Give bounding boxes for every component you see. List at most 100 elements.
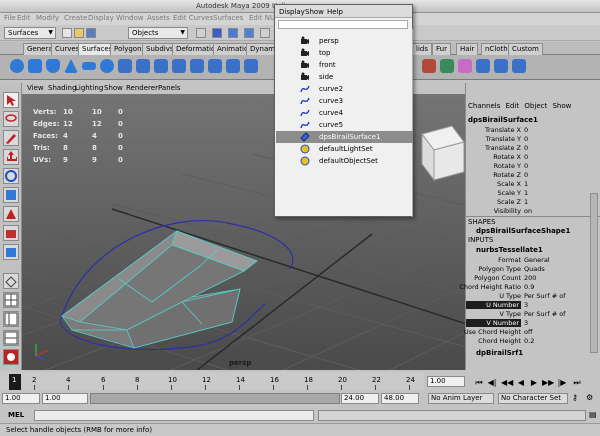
revolve-icon[interactable] <box>118 59 132 73</box>
rotate-tool-icon[interactable] <box>3 168 19 184</box>
step-forward-key-icon[interactable]: ▶▶ <box>542 378 554 388</box>
tab-hair[interactable]: Hair <box>456 43 479 55</box>
outliner-item-side[interactable]: side <box>276 71 413 83</box>
four-pane-layout-icon[interactable] <box>3 292 19 308</box>
manipulator-tool-icon[interactable] <box>3 206 19 222</box>
outliner-filter-field[interactable] <box>278 20 408 29</box>
shelf-tool-icon-3[interactable] <box>458 59 472 73</box>
cb-attr-visibility[interactable]: Visibility on <box>466 207 588 216</box>
cb-input-v-type[interactable]: V Type Per Surf # of <box>466 310 588 319</box>
outliner-item-front[interactable]: front <box>276 59 413 71</box>
outliner-menu-display[interactable]: Display <box>279 8 305 16</box>
step-forward-icon[interactable]: |▶ <box>557 378 567 388</box>
cb-input-name[interactable]: nurbsTessellate1 <box>476 246 543 254</box>
menu-edit-nurbs[interactable]: Edit NU <box>249 14 275 22</box>
cb-input-u-number[interactable]: U Number 3 <box>466 301 588 310</box>
menu-surfaces[interactable]: Surfaces <box>213 14 243 22</box>
menu-edit-curves[interactable]: Edit Curves <box>173 14 213 22</box>
animation-start-field[interactable]: 1.00 <box>2 393 40 404</box>
shelf-tool-icon-4[interactable] <box>476 59 490 73</box>
animation-end-field[interactable]: 48.00 <box>381 393 419 404</box>
paint-select-tool-icon[interactable] <box>3 130 19 146</box>
cb-input-chord-height-ratio[interactable]: Chord Height Ratio 0.9 <box>459 283 588 292</box>
outliner-item-curve4[interactable]: curve4 <box>276 107 413 119</box>
lasso-tool-icon[interactable] <box>3 111 19 127</box>
loft-icon[interactable] <box>136 59 150 73</box>
play-backwards-icon[interactable]: ◀ <box>516 378 526 388</box>
cb-menu-show[interactable]: Show <box>552 102 571 110</box>
square-surface-icon[interactable] <box>226 59 240 73</box>
range-slider[interactable] <box>90 393 340 404</box>
cb-input-format[interactable]: Format General <box>466 256 588 265</box>
last-tool-icon[interactable] <box>3 244 19 260</box>
menu-edit[interactable]: Edit <box>17 14 31 22</box>
shelf-tool-icon-5[interactable] <box>494 59 508 73</box>
move-icon[interactable] <box>212 28 222 38</box>
persp-outliner-layout-icon[interactable] <box>3 311 19 327</box>
command-language-label[interactable]: MEL <box>8 411 24 419</box>
outliner-item-persp[interactable]: persp <box>276 35 413 47</box>
tab-fluids[interactable]: lids <box>412 43 432 55</box>
nurbs-plane-icon[interactable] <box>82 62 96 70</box>
cb-shape-name[interactable]: dpsBirailSurfaceShape1 <box>476 227 570 235</box>
vp-menu-show[interactable]: Show <box>104 84 123 92</box>
curve-snap-icon[interactable] <box>228 28 238 38</box>
save-scene-icon[interactable] <box>86 28 96 38</box>
preferences-icon[interactable]: ⚙ <box>586 393 593 402</box>
cb-input-use-chord-height[interactable]: Use Chord Height off <box>464 328 588 337</box>
playback-start-field[interactable]: 1.00 <box>42 393 88 404</box>
single-pane-layout-icon[interactable] <box>3 273 19 289</box>
tab-fur[interactable]: Fur <box>432 43 451 55</box>
channel-box-scrollbar[interactable] <box>590 193 598 353</box>
anim-layer-dropdown[interactable]: No Anim Layer <box>428 393 494 404</box>
step-back-key-icon[interactable]: ◀◀ <box>501 378 513 388</box>
cb-input-u-type[interactable]: U Type Per Surf # of <box>466 292 588 301</box>
nurbs-cube-icon[interactable] <box>28 59 42 73</box>
go-to-end-icon[interactable]: ⏭ <box>572 378 582 388</box>
hypershade-layout-icon[interactable] <box>3 349 19 365</box>
snap-icon[interactable] <box>260 28 270 38</box>
menu-modify[interactable]: Modify <box>36 14 59 22</box>
shelf-tool-icon[interactable] <box>422 59 436 73</box>
cb-menu-edit[interactable]: Edit <box>506 102 520 110</box>
outliner-item-curve2[interactable]: curve2 <box>276 83 413 95</box>
cb-attr-scale-x[interactable]: Scale X1 <box>466 180 588 189</box>
vp-menu-panels[interactable]: Panels <box>158 84 181 92</box>
command-input[interactable] <box>34 410 314 421</box>
select-tool-icon[interactable] <box>3 92 19 108</box>
vp-menu-renderer[interactable]: Renderer <box>126 84 158 92</box>
shelf-tool-icon-2[interactable] <box>440 59 454 73</box>
outliner-item-defaultobjectset[interactable]: defaultObjectSet <box>276 155 413 167</box>
current-frame-field[interactable]: 1.00 <box>427 376 465 387</box>
vp-menu-lighting[interactable]: Lighting <box>75 84 103 92</box>
outliner-item-curve3[interactable]: curve3 <box>276 95 413 107</box>
outliner-item-dpsbirailsurface1[interactable]: dpsBirailSurface1 <box>276 131 413 143</box>
extrude-icon[interactable] <box>172 59 186 73</box>
planar-icon[interactable] <box>154 59 168 73</box>
cb-attr-rotate-z[interactable]: Rotate Z0 <box>466 171 588 180</box>
nurbs-sphere-icon[interactable] <box>10 59 24 73</box>
surface-snap-icon[interactable] <box>244 28 254 38</box>
playback-end-field[interactable]: 24.00 <box>341 393 379 404</box>
graph-layout-icon[interactable] <box>3 330 19 346</box>
cb-footer-node[interactable]: dpBirailSrf1 <box>476 349 523 357</box>
cb-input-polygon-count[interactable]: Polygon Count 200 <box>466 274 588 283</box>
soft-mod-tool-icon[interactable] <box>3 225 19 241</box>
cb-attr-scale-y[interactable]: Scale Y1 <box>466 189 588 198</box>
outliner-item-curve5[interactable]: curve5 <box>276 119 413 131</box>
menu-assets[interactable]: Assets <box>147 14 170 22</box>
tab-custom[interactable]: Custom <box>508 43 543 55</box>
outliner-item-defaultlightset[interactable]: defaultLightSet <box>276 143 413 155</box>
cb-menu-object[interactable]: Object <box>524 102 547 110</box>
menu-file[interactable]: File <box>4 14 16 22</box>
move-tool-icon[interactable] <box>3 149 19 165</box>
bevel-icon[interactable] <box>244 59 258 73</box>
play-forwards-icon[interactable]: ▶ <box>529 378 539 388</box>
step-back-icon[interactable]: ◀| <box>487 378 497 388</box>
select-by-hierarchy-icon[interactable] <box>196 28 206 38</box>
menu-display[interactable]: Display <box>88 14 114 22</box>
cb-menu-channels[interactable]: Channels <box>468 102 500 110</box>
menu-window[interactable]: Window <box>116 14 144 22</box>
vp-menu-shading[interactable]: Shading <box>48 84 76 92</box>
key-icon[interactable]: ⚷ <box>572 393 578 402</box>
